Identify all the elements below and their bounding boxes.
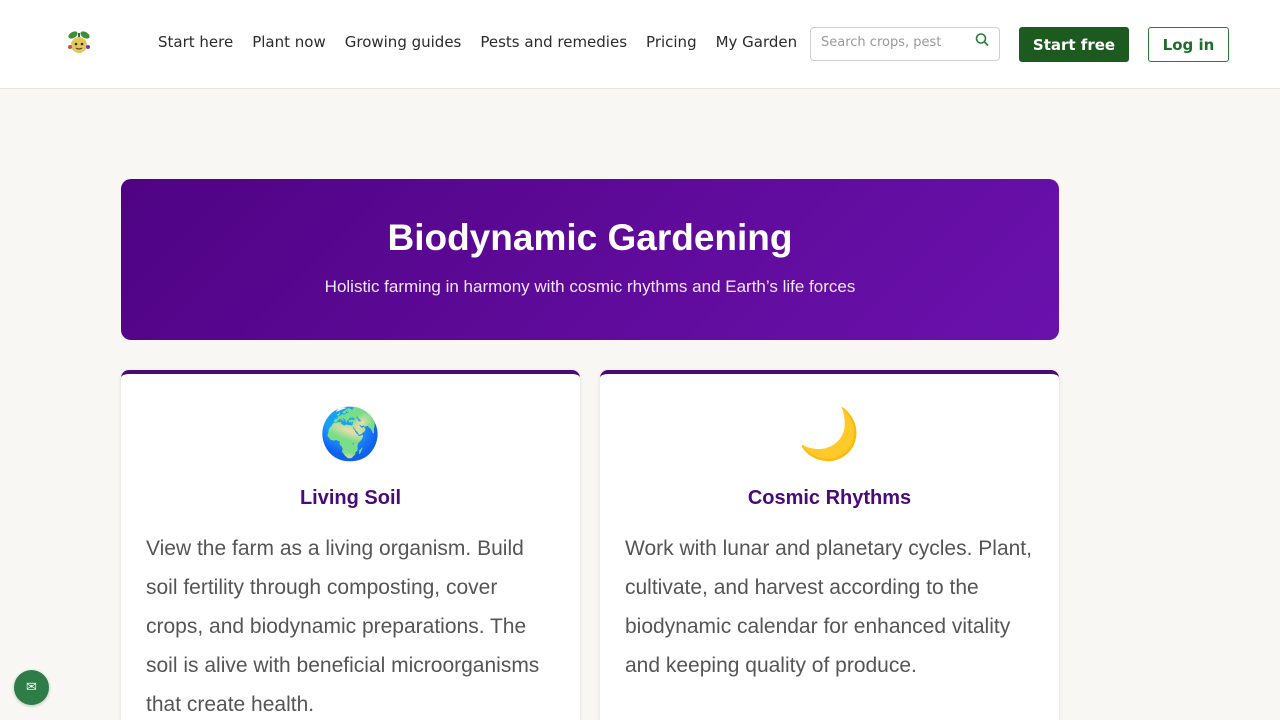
crescent-moon-icon: 🌙 bbox=[798, 405, 861, 463]
card-cosmic-rhythms: 🌙 Cosmic Rhythms Work with lunar and pla… bbox=[600, 370, 1059, 720]
card-text: View the farm as a living organism. Buil… bbox=[146, 537, 540, 716]
top-navigation-bar: Start here Plant now Growing guides Pest… bbox=[0, 0, 1280, 89]
hero-subtitle: Holistic farming in harmony with cosmic … bbox=[324, 277, 856, 296]
search-icon[interactable] bbox=[974, 32, 990, 48]
nav-plant-now[interactable]: Plant now bbox=[252, 33, 326, 51]
card-title: Cosmic Rhythms bbox=[747, 487, 912, 509]
nav-pests-and-remedies[interactable]: Pests and remedies bbox=[480, 33, 627, 51]
hero-banner: Biodynamic Gardening Holistic farming in… bbox=[121, 179, 1059, 340]
chat-widget-button[interactable]: ✉ bbox=[14, 670, 49, 705]
start-free-button[interactable]: Start free bbox=[1019, 27, 1129, 62]
main-nav: Start here Plant now Growing guides Pest… bbox=[158, 33, 816, 51]
nav-start-here[interactable]: Start here bbox=[158, 33, 233, 51]
card-title: Living Soil bbox=[299, 487, 402, 509]
page-title: Biodynamic Gardening bbox=[387, 217, 793, 258]
nav-growing-guides[interactable]: Growing guides bbox=[345, 33, 462, 51]
search-input[interactable] bbox=[821, 35, 961, 50]
search-box bbox=[810, 27, 1000, 61]
card-text: Work with lunar and planetary cycles. Pl… bbox=[625, 537, 1032, 677]
log-in-button[interactable]: Log in bbox=[1148, 27, 1229, 62]
card-living-soil: 🌍 Living Soil View the farm as a living … bbox=[121, 370, 580, 720]
envelope-icon: ✉ bbox=[26, 680, 37, 695]
nav-my-garden[interactable]: My Garden bbox=[716, 33, 798, 51]
nav-pricing[interactable]: Pricing bbox=[646, 33, 697, 51]
logo[interactable] bbox=[64, 27, 94, 57]
globe-icon: 🌍 bbox=[319, 405, 382, 463]
sprout-mascot-icon bbox=[68, 31, 90, 53]
